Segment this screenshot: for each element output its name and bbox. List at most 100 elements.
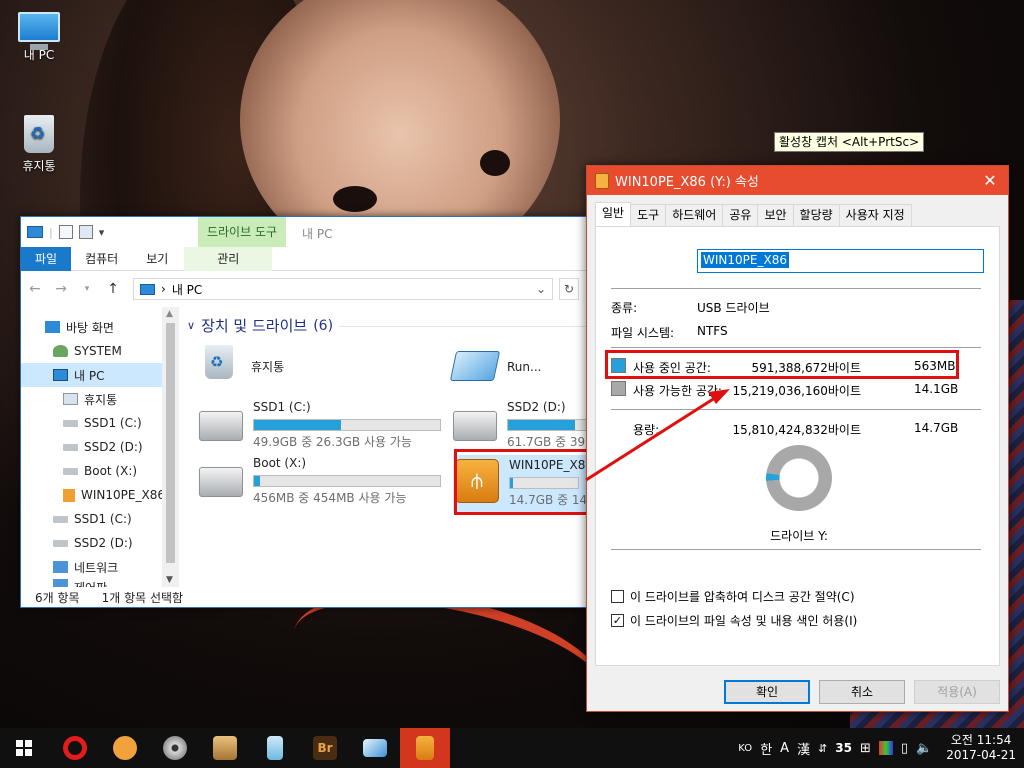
tile-ssd2[interactable]: SSD2 (D:) 61.7GB 중 39.5	[453, 399, 590, 450]
network-icon[interactable]: ⊞	[860, 741, 871, 756]
tile-free-space: 61.7GB 중 39.5	[507, 435, 590, 449]
recycle-bin-icon	[63, 393, 78, 405]
ime-hanja-indicator[interactable]: 漢	[797, 739, 810, 758]
tray-badge[interactable]: 35	[835, 741, 852, 755]
taskbar-app-search[interactable]	[100, 728, 150, 768]
dialog-titlebar[interactable]: WIN10PE_X86 (Y:) 속성 ✕	[587, 166, 1008, 195]
usb-eject-icon[interactable]: ▯	[901, 741, 908, 756]
tab-general[interactable]: 일반	[595, 202, 632, 226]
back-arrow-icon[interactable]: ←	[25, 281, 45, 297]
tab-file[interactable]: 파일	[21, 246, 72, 271]
compress-option[interactable]: 이 드라이브를 압축하여 디스크 공간 절약(C)	[611, 588, 855, 605]
chevron-down-icon[interactable]: ⌄	[536, 282, 546, 296]
computer-icon	[140, 283, 155, 295]
taskbar-app-properties[interactable]	[400, 728, 450, 768]
scroll-thumb[interactable]	[166, 323, 175, 563]
taskbar-app-opera[interactable]	[50, 728, 100, 768]
group-header[interactable]: ∨ 장치 및 드라이브 (6)	[187, 315, 333, 336]
wallpaper-eye	[480, 150, 510, 176]
computer-icon	[27, 226, 43, 238]
apply-button[interactable]: 적용(A)	[914, 680, 1000, 704]
taskbar-app-package[interactable]	[200, 728, 250, 768]
drive-letter-label: 드라이브 Y:	[770, 529, 828, 543]
index-option[interactable]: ✓ 이 드라이브의 파일 속성 및 내용 색인 허용(I)	[611, 612, 857, 629]
ime-alpha-indicator[interactable]: A	[780, 741, 789, 756]
taskbar-app-explorer[interactable]	[350, 728, 400, 768]
tab-quota[interactable]: 할당량	[792, 204, 840, 226]
computer-icon	[18, 12, 60, 50]
tile-recycle-bin[interactable]: 휴지통	[197, 345, 284, 379]
taskbar-app-bridge[interactable]: Br	[300, 728, 350, 768]
tab-view[interactable]: 보기	[132, 247, 182, 271]
tab-hardware[interactable]: 하드웨어	[665, 204, 724, 226]
nav-item-system[interactable]: SYSTEM	[21, 339, 179, 363]
properties-icon[interactable]	[58, 225, 73, 239]
explorer-window[interactable]: | ▾ 드라이브 도구 내 PC 파일 컴퓨터 보기 관리 ← → ▾ ↑ › …	[20, 216, 590, 608]
capture-tooltip: 활성창 캡처 <Alt+PrtSc>	[774, 132, 925, 152]
cancel-button[interactable]: 취소	[819, 680, 905, 704]
taskbar-app-tool[interactable]	[250, 728, 300, 768]
nav-scrollbar[interactable]: ▲ ▼	[162, 307, 179, 587]
tile-run[interactable]: Run...	[449, 347, 541, 381]
address-bar[interactable]: › 내 PC ⌄	[133, 278, 553, 300]
scroll-down-icon[interactable]: ▼	[166, 575, 173, 585]
ime-hangul-indicator[interactable]: 한	[760, 739, 772, 758]
properties-dialog[interactable]: WIN10PE_X86 (Y:) 속성 ✕ 일반 도구 하드웨어 공유 보안 할…	[586, 165, 1009, 712]
tab-security[interactable]: 보안	[757, 204, 794, 226]
nav-item-ssd1[interactable]: SSD1 (C:)	[21, 507, 179, 531]
capacity-row: 용량: 15,810,424,832바이트 14.7GB	[611, 420, 981, 438]
desktop-icon-this-pc[interactable]: 내 PC	[7, 12, 71, 63]
nav-item-desktop[interactable]: 바탕 화면	[21, 315, 179, 339]
tile-name: 휴지통	[251, 360, 285, 374]
scroll-up-icon[interactable]: ▲	[166, 309, 173, 319]
nav-item-ssd2[interactable]: SSD2 (D:)	[21, 531, 179, 555]
tab-tools[interactable]: 도구	[630, 204, 667, 226]
tab-computer[interactable]: 컴퓨터	[71, 247, 132, 271]
close-icon[interactable]: ✕	[972, 171, 1008, 190]
quick-access-toolbar: | ▾	[27, 225, 104, 239]
nav-item-this-pc[interactable]: 내 PC	[21, 363, 179, 387]
nav-item-label: 내 PC	[74, 368, 105, 383]
refresh-icon[interactable]: ↻	[559, 278, 579, 300]
dialog-buttons: 확인 취소 적용(A)	[724, 680, 1000, 704]
language-indicator[interactable]: KO	[738, 743, 752, 754]
start-button[interactable]	[0, 728, 48, 768]
clock[interactable]: 오전 11:54 2017-04-21	[946, 733, 1016, 763]
taskbar: Br KO 한 A 漢 ⇵ 35 ⊞ ▯ 🔈 오전 11:54 2017-04-…	[0, 728, 1024, 768]
nav-item-control-panel[interactable]: 제어판	[21, 579, 179, 587]
type-value: USB 드라이브	[697, 301, 770, 315]
tile-boot[interactable]: Boot (X:) 456MB 중 454MB 사용 가능	[199, 455, 441, 506]
arrows-icon[interactable]: ⇵	[818, 742, 827, 755]
breadcrumb[interactable]: 내 PC	[172, 281, 202, 298]
ok-button[interactable]: 확인	[724, 680, 810, 704]
customize-qat-icon[interactable]: ▾	[99, 226, 105, 239]
nav-item-recycle-bin[interactable]: 휴지통	[21, 387, 179, 411]
nav-item-ssd1[interactable]: SSD1 (C:)	[21, 411, 179, 435]
navigation-bar: ← → ▾ ↑ › 내 PC ⌄ ↻	[21, 271, 589, 307]
explorer-titlebar[interactable]: | ▾ 드라이브 도구 내 PC	[21, 217, 589, 247]
nav-item-boot[interactable]: Boot (X:)	[21, 459, 179, 483]
group-divider	[339, 326, 589, 327]
up-arrow-icon[interactable]: ↑	[103, 281, 123, 297]
forward-arrow-icon[interactable]: →	[51, 281, 71, 297]
user-icon	[53, 345, 68, 357]
compress-checkbox[interactable]	[611, 590, 624, 603]
tile-ssd1[interactable]: SSD1 (C:) 49.9GB 중 26.3GB 사용 가능	[199, 399, 441, 450]
bridge-icon: Br	[313, 736, 337, 760]
speaker-icon[interactable]: 🔈	[916, 741, 932, 756]
taskbar-app-disc[interactable]	[150, 728, 200, 768]
drive-name-input[interactable]: WIN10PE_X86	[697, 249, 984, 273]
tab-manage[interactable]: 관리	[184, 246, 273, 271]
tab-sharing[interactable]: 공유	[722, 204, 759, 226]
desktop-icon-recycle-bin[interactable]: 휴지통	[7, 115, 71, 174]
recent-locations-chevron-icon[interactable]: ▾	[77, 284, 97, 294]
group-count: (6)	[313, 317, 334, 334]
nav-item-network[interactable]: 네트워크	[21, 555, 179, 579]
color-tool-icon[interactable]	[878, 741, 893, 755]
nav-item-ssd2[interactable]: SSD2 (D:)	[21, 435, 179, 459]
new-folder-icon[interactable]	[78, 225, 93, 239]
index-checkbox[interactable]: ✓	[611, 614, 624, 627]
nav-item-usb[interactable]: WIN10PE_X86	[21, 483, 179, 507]
tab-customize[interactable]: 사용자 지정	[838, 204, 912, 226]
collapse-chevron-icon[interactable]: ∨	[187, 319, 195, 332]
